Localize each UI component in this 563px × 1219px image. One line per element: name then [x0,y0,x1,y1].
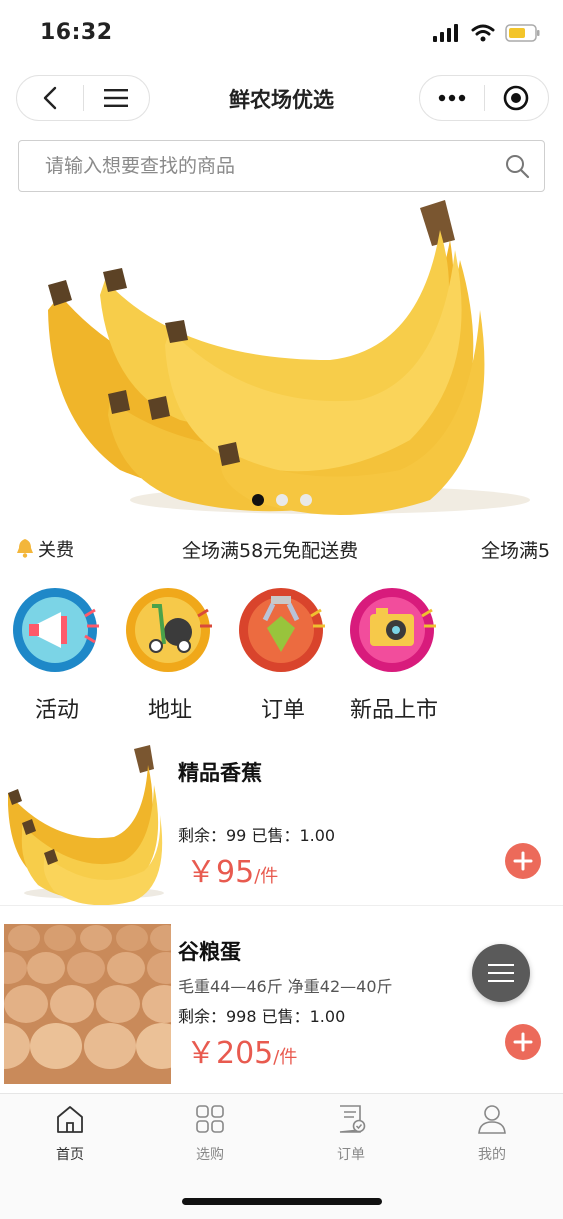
category-address[interactable]: 地址 [115,582,225,724]
search-icon[interactable] [504,153,530,179]
hamburger-icon [104,89,129,107]
floating-menu-button[interactable] [472,944,530,1002]
bell-icon [17,539,33,558]
notice-bar[interactable]: 关费 全场满58元免配送费 全场满5 [0,528,563,568]
nav-capsule-right [419,75,549,121]
claw-machine-icon [239,588,325,672]
grid-icon [196,1105,224,1133]
notice-text-repeat: 全场满5 [481,540,551,562]
notice-text: 全场满58元免配送费 [182,540,359,562]
back-button[interactable] [17,76,83,120]
add-to-cart-button[interactable] [505,1024,541,1060]
tab-home[interactable]: 首页 [30,1104,110,1164]
battery-icon [505,24,540,42]
banana-product-image [8,745,164,905]
eggs-product-image [4,924,171,1084]
tab-shop[interactable]: 选购 [170,1104,250,1164]
product-image [4,924,171,1084]
search-bar [18,140,545,192]
category-label: 订单 [260,698,305,723]
signal-icon [433,24,458,42]
product-price: ￥205/件 [186,1028,297,1072]
plus-icon [513,1032,533,1052]
tab-label: 订单 [337,1147,365,1163]
add-to-cart-button[interactable] [505,843,541,879]
camera-icon [350,588,436,672]
home-icon [57,1106,83,1133]
carousel-dot[interactable] [299,494,312,506]
hamburger-icon [488,964,514,982]
category-order[interactable]: 订单 [228,582,338,724]
product-stock: 剩余：998 已售：1.00 [178,1007,346,1026]
category-label: 活动 [34,698,79,723]
price-value: ￥95 [186,855,255,890]
nav-bar: 鲜农场优选 [0,72,563,126]
target-icon [503,85,529,111]
product-price: ￥95/件 [186,847,278,891]
more-button[interactable] [420,76,484,120]
home-indicator [182,1198,382,1205]
status-bar: 16:32 [0,0,563,66]
nav-capsule-left [16,75,150,121]
megaphone-icon [13,588,99,672]
product-card[interactable]: 谷粮蛋 毛重44—46斤 净重42—40斤 剩余：998 已售：1.00 ￥20… [0,924,563,1092]
order-icon [339,1105,366,1133]
product-name: 谷粮蛋 [178,940,241,964]
tab-label: 首页 [56,1147,84,1163]
tab-profile[interactable]: 我的 [452,1104,532,1164]
wifi-icon [471,24,495,42]
close-miniapp-button[interactable] [485,76,549,120]
price-unit: /件 [273,1047,298,1068]
product-image [4,745,171,905]
category-activity[interactable]: 活动 [2,582,112,724]
product-name: 精品香蕉 [178,761,262,785]
banner-carousel[interactable] [0,200,563,522]
category-label: 新品上市 [349,698,438,723]
price-value: ￥205 [186,1036,274,1071]
menu-button[interactable] [84,76,150,120]
chevron-left-icon [43,86,56,110]
product-card[interactable]: 精品香蕉 剩余：99 已售：1.00 ￥95/件 [0,745,563,913]
tab-label: 我的 [478,1147,506,1163]
scooter-icon [126,588,212,672]
tab-label: 选购 [196,1147,224,1163]
category-new-arrivals[interactable]: 新品上市 [338,582,450,724]
tab-orders[interactable]: 订单 [311,1104,391,1164]
notice-label: 关费 [38,540,74,561]
user-icon [478,1105,506,1134]
status-time: 16:32 [40,20,113,45]
search-input[interactable] [45,141,485,191]
divider [0,905,563,906]
more-dots-icon [438,94,465,102]
status-icons [433,24,541,42]
carousel-dot[interactable] [275,494,288,506]
banana-banner-image [48,200,530,515]
product-stock: 剩余：99 已售：1.00 [178,826,336,845]
carousel-indicator [0,494,563,506]
price-unit: /件 [254,866,279,887]
category-label: 地址 [147,698,192,723]
product-spec: 毛重44—46斤 净重42—40斤 [178,977,393,996]
category-nav: 活动 地址 订单 新品上市 [0,582,563,724]
plus-icon [513,851,533,871]
carousel-dot[interactable] [251,494,264,506]
